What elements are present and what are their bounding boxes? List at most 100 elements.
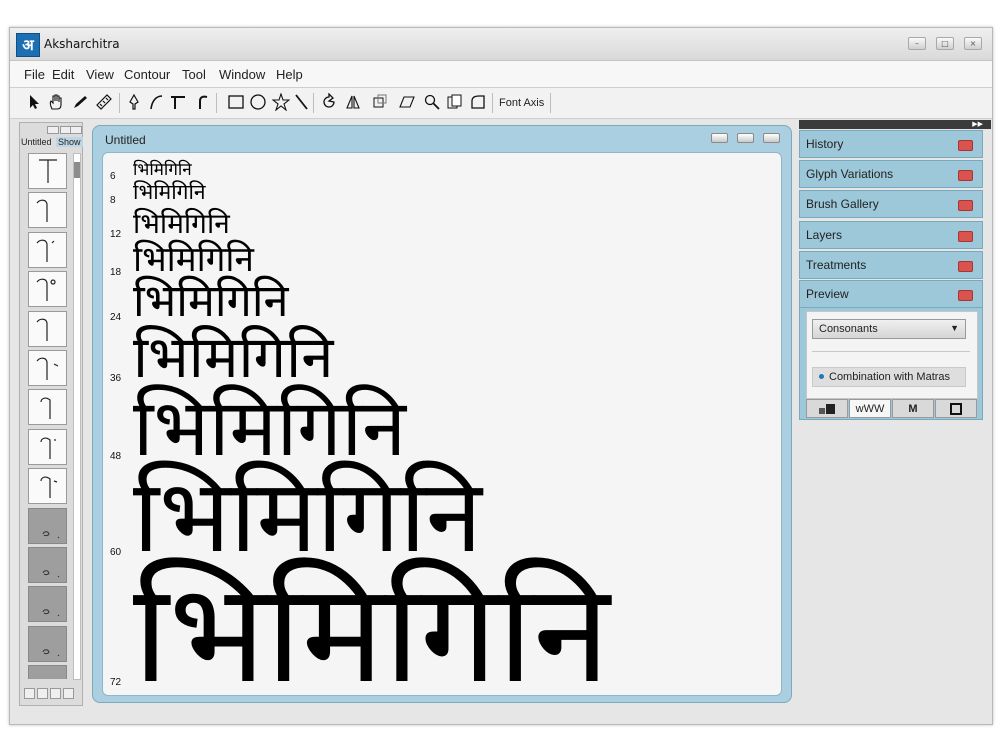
sample-text-line: भिमिगिनि (133, 159, 192, 180)
panel-minimize-icon[interactable] (47, 126, 59, 134)
pointer-icon[interactable] (24, 92, 44, 112)
menu-view[interactable]: View (86, 67, 114, 82)
glyph-cell[interactable] (28, 192, 67, 229)
menu-contour[interactable]: Contour (124, 67, 170, 82)
preview-category-value: Consonants (819, 323, 878, 335)
size-label: 48 (110, 451, 122, 462)
menu-bar: File Edit View Contour Tool Window Help (10, 61, 992, 88)
glyph-list (28, 153, 68, 679)
panel-layers[interactable]: Layers (799, 221, 983, 249)
corner-icon[interactable] (468, 92, 488, 112)
doc-minimize-icon[interactable] (711, 133, 728, 143)
right-panel-dock: ▶▶ History Glyph Variations Brush Galler… (799, 120, 993, 720)
glyph-cell[interactable] (28, 625, 67, 662)
dock-collapse-button[interactable]: ▶▶ (799, 120, 991, 129)
size-label: 36 (110, 373, 122, 384)
glyph-cell[interactable] (28, 507, 67, 544)
size-label: 18 (110, 267, 122, 278)
glyph-cell[interactable] (28, 271, 67, 308)
hand-icon[interactable] (46, 92, 66, 112)
doc-maximize-icon[interactable] (737, 133, 754, 143)
settings-glyph-icon[interactable] (63, 688, 74, 699)
blocks-icon[interactable] (806, 399, 848, 418)
panel-close-icon[interactable] (70, 126, 82, 134)
panel-treatments[interactable]: Treatments (799, 251, 983, 279)
rectangle-icon[interactable] (226, 92, 246, 112)
tab-show[interactable]: Show (56, 137, 83, 147)
sample-text-line: भिमिगिनि (133, 274, 290, 327)
scrollbar-thumb[interactable] (74, 162, 80, 178)
line-icon[interactable] (291, 92, 311, 112)
minimize-icon[interactable]: – (908, 37, 926, 50)
glyph-cell[interactable] (28, 153, 67, 189)
glyph-list-scrollbar[interactable] (73, 153, 81, 680)
rotate-icon[interactable] (319, 92, 339, 112)
menu-window[interactable]: Window (219, 67, 265, 82)
close-icon[interactable] (958, 140, 973, 151)
size-label: 60 (110, 547, 122, 558)
close-icon[interactable] (958, 170, 973, 181)
panel-history-label: History (806, 137, 844, 151)
close-icon[interactable] (958, 290, 973, 301)
panel-preview[interactable]: Preview (799, 280, 983, 308)
t-stroke-icon[interactable] (168, 92, 188, 112)
star-icon[interactable] (271, 92, 291, 112)
skew-icon[interactable] (397, 92, 417, 112)
mirror-icon[interactable] (343, 92, 363, 112)
toolbar-separator (216, 93, 217, 113)
menu-edit[interactable]: Edit (52, 67, 74, 82)
ellipse-icon[interactable] (248, 92, 268, 112)
app-title: Aksharchitra (44, 37, 120, 51)
menu-help[interactable]: Help (276, 67, 303, 82)
tab-m[interactable]: M (892, 399, 934, 418)
menu-tool[interactable]: Tool (182, 67, 206, 82)
tab-untitled[interactable]: Untitled (21, 137, 52, 147)
font-axis-button[interactable]: Font Axis (499, 97, 544, 109)
maximize-icon[interactable]: □ (936, 37, 954, 50)
glyph-cell[interactable] (28, 231, 67, 268)
add-glyph-icon[interactable] (24, 688, 35, 699)
sample-text-waterfall: भिमिगिनिभिमिगिनिभिमिगिनिभिमिगिनिभिमिगिनि… (133, 159, 612, 695)
glyph-cell[interactable] (28, 665, 67, 679)
glyph-panel: Untitled Show (19, 122, 83, 706)
size-label: 6 (110, 171, 116, 182)
glyph-cell[interactable] (28, 586, 67, 623)
tab-words[interactable]: wWW (849, 399, 891, 418)
nib-icon[interactable] (124, 92, 144, 112)
close-icon[interactable] (958, 261, 973, 272)
glyph-cell[interactable] (28, 310, 67, 347)
combination-option[interactable]: Combination with Matras (812, 367, 966, 387)
duplicate-glyph-icon[interactable] (50, 688, 61, 699)
doc-close-icon[interactable] (763, 133, 780, 143)
panel-preview-label: Preview (806, 287, 849, 301)
size-label: 72 (110, 677, 122, 688)
combination-label: Combination with Matras (829, 371, 951, 383)
zoom-icon[interactable] (422, 92, 442, 112)
glyph-cell[interactable] (28, 546, 67, 583)
panel-glyph-variations[interactable]: Glyph Variations (799, 160, 983, 188)
menu-file[interactable]: File (24, 67, 45, 82)
close-icon[interactable] (958, 231, 973, 242)
preview-category-select[interactable]: Consonants ▼ (812, 319, 966, 339)
curve-icon[interactable] (146, 92, 166, 112)
copy-icon[interactable] (445, 92, 465, 112)
document-canvas[interactable]: भिमिगिनि भिमिगिनि भिमिगिनि भिमिगिनि भिमिगिनि… (102, 152, 782, 696)
hook-stroke-icon[interactable] (192, 92, 212, 112)
close-icon[interactable] (958, 200, 973, 211)
panel-history[interactable]: History (799, 130, 983, 158)
align-icon[interactable] (370, 92, 390, 112)
glyph-cell[interactable] (28, 428, 67, 465)
sample-text-line: भिमिगिनि (133, 553, 612, 695)
panel-brush-gallery[interactable]: Brush Gallery (799, 190, 983, 218)
glyph-cell[interactable] (28, 468, 67, 505)
close-icon[interactable]: × (964, 37, 982, 50)
toolbar-separator (492, 93, 493, 113)
title-bar: अ Aksharchitra – □ × (10, 28, 992, 61)
pen-icon[interactable] (70, 92, 90, 112)
glyph-cell[interactable] (28, 389, 67, 426)
glyph-panel-footer (24, 688, 78, 699)
square-icon[interactable] (935, 399, 977, 418)
ruler-icon[interactable] (94, 92, 114, 112)
glyph-cell[interactable] (28, 349, 67, 386)
delete-glyph-icon[interactable] (37, 688, 48, 699)
